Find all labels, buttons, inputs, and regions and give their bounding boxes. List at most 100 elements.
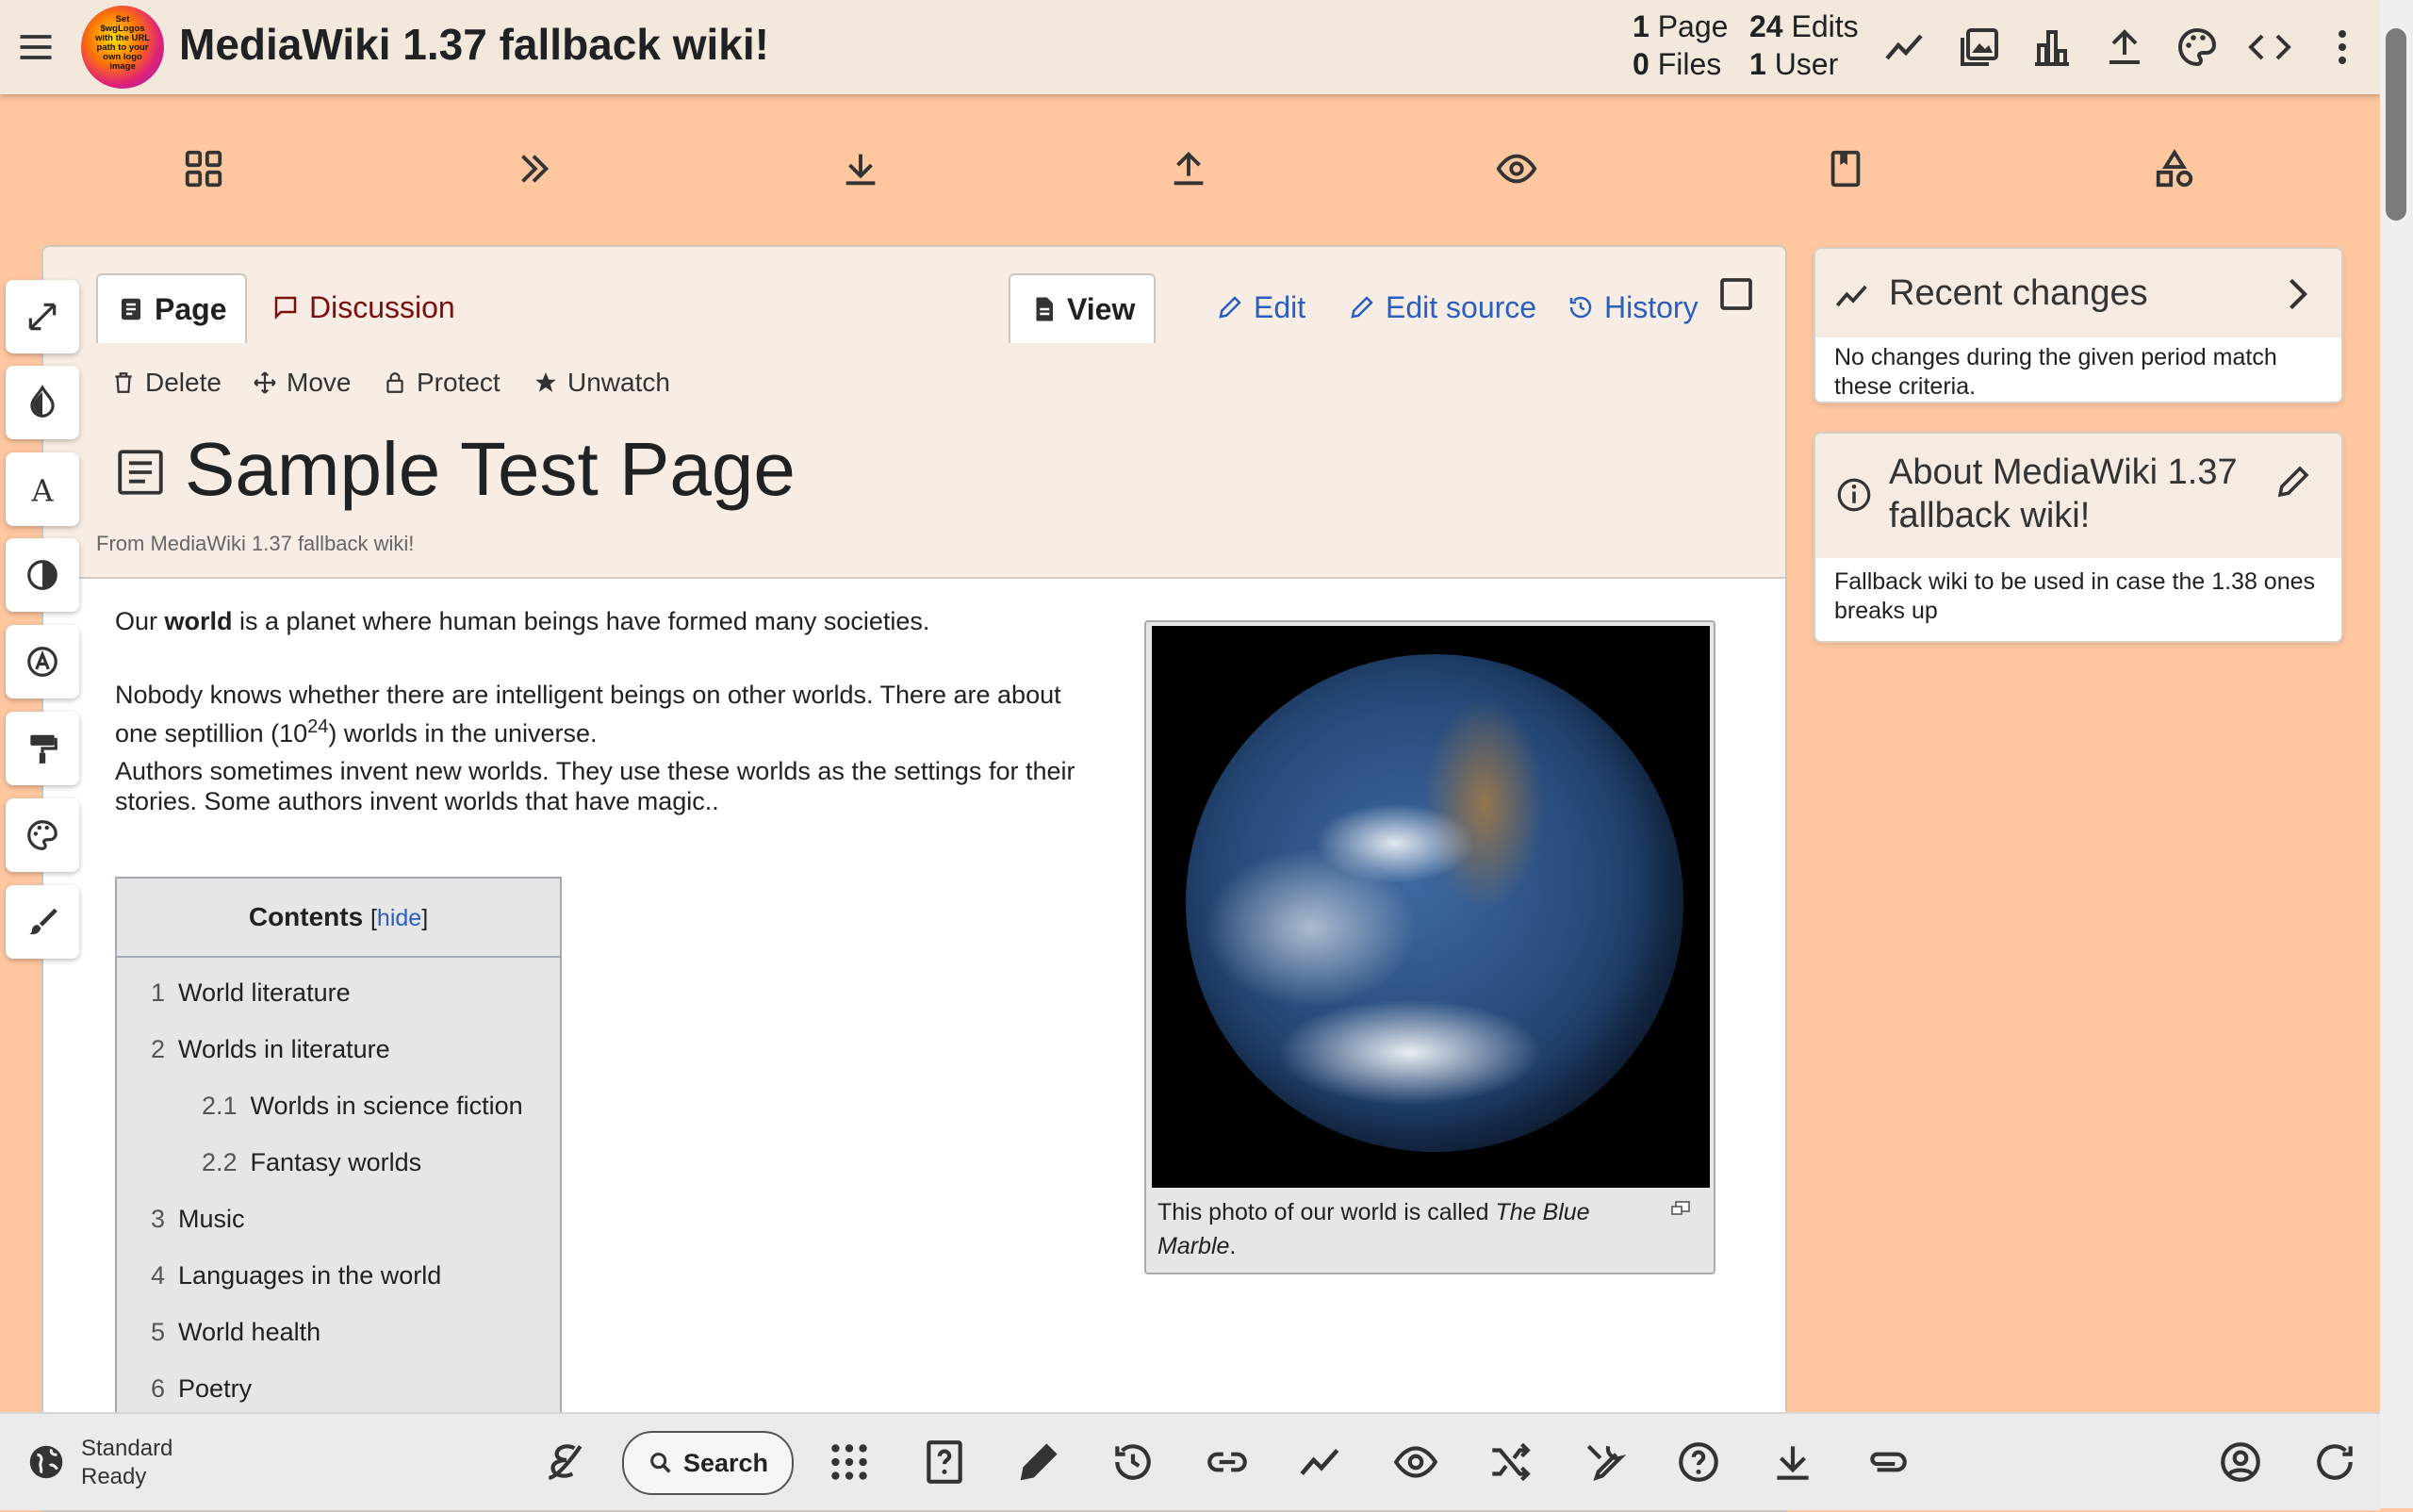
toc-item[interactable]: 4 Languages in the world	[151, 1261, 441, 1290]
recent-changes-panel: Recent changes No changes during the giv…	[1814, 247, 2343, 403]
about-title-line-2: fallback wiki!	[1889, 496, 2091, 535]
p1-bold-link[interactable]: world	[165, 607, 233, 635]
paint-roller-tool[interactable]	[6, 712, 79, 785]
reload-icon[interactable]	[2311, 1438, 2358, 1486]
action-unwatch[interactable]: Unwatch	[533, 368, 670, 398]
link-icon[interactable]	[1204, 1438, 1251, 1486]
contrast-tool[interactable]	[6, 538, 79, 612]
tab-view[interactable]: View	[1009, 273, 1157, 343]
search-button[interactable]: Search	[622, 1431, 794, 1495]
bookmark-icon[interactable]	[1824, 147, 1867, 190]
files-label: Files	[1657, 47, 1722, 81]
random-icon[interactable]	[1486, 1438, 1534, 1486]
paragraph-2: Nobody knows whether there are intellige…	[115, 679, 1061, 749]
media-icon[interactable]	[1957, 25, 2002, 70]
hamburger-menu-icon[interactable]	[15, 26, 57, 68]
page-icon	[117, 295, 145, 323]
tab-edit[interactable]: Edit	[1197, 273, 1324, 341]
about-body: Fallback wiki to be used in case the 1.3…	[1834, 568, 2316, 624]
action-delete[interactable]: Delete	[111, 368, 222, 398]
scrollbar-thumb[interactable]	[2386, 28, 2406, 221]
account-icon[interactable]	[2217, 1438, 2264, 1486]
expand-tool[interactable]	[6, 280, 79, 353]
toc-label: Poetry	[178, 1374, 253, 1403]
action-protect[interactable]: Protect	[383, 368, 501, 398]
download-icon[interactable]	[839, 147, 882, 190]
fullscreen-toggle-icon[interactable]	[1717, 275, 1755, 313]
image-thumbnail: This photo of our world is called The Bl…	[1144, 620, 1715, 1274]
paragraph-1: Our world is a planet where human beings…	[115, 605, 929, 637]
p2-line-1: Nobody knows whether there are intellige…	[115, 681, 1061, 709]
code-icon[interactable]	[2247, 25, 2292, 70]
drop-icon	[25, 385, 60, 420]
edit-pencil-icon[interactable]	[2273, 462, 2313, 501]
pages-label: Page	[1657, 9, 1729, 43]
stats-pages-files[interactable]: 1 Page 0 Files	[1633, 8, 1728, 83]
tab-history[interactable]: History	[1548, 273, 1717, 341]
double-chevron-icon[interactable]	[512, 147, 555, 190]
toc-item[interactable]: 6 Poetry	[151, 1374, 252, 1404]
files-count: 0	[1633, 47, 1650, 81]
palette-icon	[25, 817, 60, 853]
pencil-icon[interactable]	[1015, 1438, 1062, 1486]
skin-label: Standard	[81, 1436, 173, 1461]
download-icon[interactable]	[1769, 1438, 1816, 1486]
toc-item[interactable]: 3 Music	[151, 1205, 245, 1234]
font-tool[interactable]: A	[6, 452, 79, 526]
upload-icon[interactable]	[2102, 25, 2147, 70]
shapes-icon[interactable]	[2153, 147, 2196, 190]
action-move[interactable]: Move	[253, 368, 351, 398]
about-title-line-1: About MediaWiki 1.37	[1889, 452, 2238, 492]
recent-changes-icon[interactable]	[1298, 1438, 1345, 1486]
recent-changes-header[interactable]: Recent changes	[1815, 249, 2341, 337]
toc-num: 5	[151, 1318, 166, 1346]
edit-icon-e[interactable]	[541, 1438, 588, 1486]
tab-page[interactable]: Page	[96, 273, 248, 343]
toc-item[interactable]: 1 World literature	[151, 978, 351, 1008]
toc-item[interactable]: 2.2 Fantasy worlds	[202, 1148, 421, 1177]
toc-label: Fantasy worlds	[250, 1148, 422, 1176]
article-icon	[113, 445, 168, 500]
site-title[interactable]: MediaWiki 1.37 fallback wiki!	[179, 19, 769, 70]
toc-item[interactable]: 2.1 Worlds in science fiction	[202, 1092, 523, 1121]
help-box-icon[interactable]	[921, 1438, 968, 1486]
history-icon[interactable]	[1109, 1438, 1157, 1486]
attachment-icon[interactable]	[1863, 1438, 1911, 1486]
site-logo[interactable]: Set $wgLogos with the URL path to your o…	[81, 6, 164, 89]
theme-icon[interactable]	[2175, 25, 2220, 70]
article-card: Page Discussion View Edit Edit source Hi…	[41, 245, 1787, 1512]
toc-hide-link[interactable]: hide	[377, 905, 421, 931]
more-menu-icon[interactable]	[2320, 25, 2365, 70]
tab-discussion-label: Discussion	[309, 289, 455, 324]
tools-icon[interactable]	[1581, 1438, 1628, 1486]
brush-tool[interactable]	[6, 885, 79, 959]
eye-icon[interactable]	[1495, 147, 1538, 190]
apps-icon[interactable]	[826, 1438, 873, 1486]
expand-icon	[25, 299, 60, 335]
search-label: Search	[682, 1448, 769, 1477]
edits-label: Edits	[1791, 9, 1859, 43]
palette-tool[interactable]	[6, 798, 79, 872]
enlarge-icon[interactable]	[1670, 1201, 1691, 1218]
upload-icon[interactable]	[1167, 147, 1210, 190]
tab-edit-source[interactable]: Edit source	[1329, 273, 1555, 341]
help-icon[interactable]	[1675, 1438, 1722, 1486]
globe-icon[interactable]	[25, 1440, 68, 1484]
special-pages-icon[interactable]	[2029, 25, 2075, 70]
blue-marble-image[interactable]	[1152, 626, 1710, 1188]
page-scrollbar[interactable]	[2380, 0, 2413, 1508]
p1-text-b: is a planet where human beings have form…	[232, 607, 930, 635]
toc-item[interactable]: 2 Worlds in literature	[151, 1035, 390, 1064]
drop-tool[interactable]	[6, 366, 79, 439]
accessibility-tool[interactable]	[6, 625, 79, 698]
grid-icon[interactable]	[182, 147, 225, 190]
chevron-right-icon[interactable]	[2275, 273, 2317, 315]
paint-roller-icon	[25, 731, 60, 766]
tab-discussion[interactable]: Discussion	[253, 273, 474, 341]
recent-changes-icon[interactable]	[1883, 25, 1929, 70]
about-header[interactable]: About MediaWiki 1.37 fallback wiki!	[1815, 434, 2341, 558]
toc-item[interactable]: 5 World health	[151, 1318, 320, 1347]
stats-edits-users[interactable]: 24 Edits 1 User	[1749, 8, 1859, 83]
eye-icon[interactable]	[1392, 1438, 1439, 1486]
toc-label: Worlds in literature	[178, 1035, 390, 1063]
